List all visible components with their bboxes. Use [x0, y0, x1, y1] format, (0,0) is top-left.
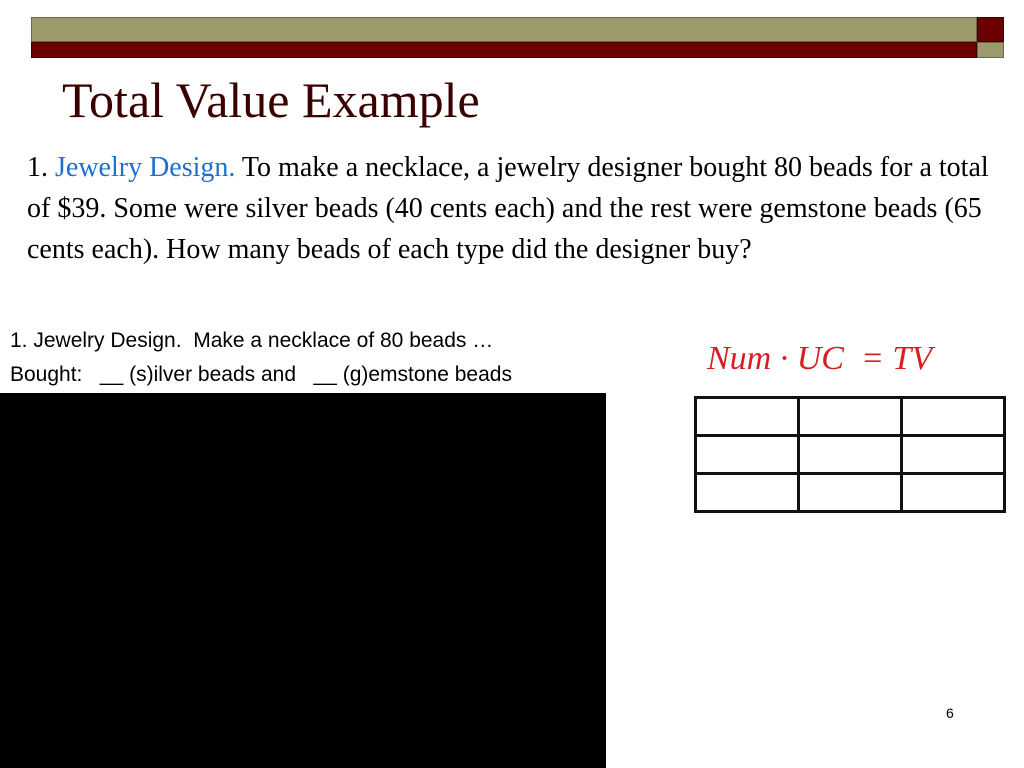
formula-heading: Num · UC = TV — [707, 340, 933, 377]
header-band-red — [31, 42, 977, 58]
blacked-out-region — [0, 393, 606, 768]
summary-line-1: 1. Jewelry Design. Make a necklace of 80… — [10, 329, 494, 352]
table-cell — [900, 472, 1006, 513]
problem-statement: 1. Jewelry Design. To make a necklace, a… — [27, 147, 997, 270]
table-row — [694, 396, 1006, 437]
table-cell — [694, 396, 800, 437]
table-cell — [797, 472, 903, 513]
table-cell — [797, 434, 903, 475]
table-cell — [797, 396, 903, 437]
table-cell — [900, 396, 1006, 437]
problem-number: 1. — [27, 152, 48, 183]
table-row — [694, 472, 1006, 513]
slide-title: Total Value Example — [62, 72, 480, 128]
table-cell — [694, 472, 800, 513]
summary-line-2: Bought: __ (s)ilver beads and __ (g)emst… — [10, 363, 512, 386]
problem-summary: 1. Jewelry Design. Make a necklace of 80… — [10, 324, 512, 392]
table-cell — [694, 434, 800, 475]
table-cell — [900, 434, 1006, 475]
table-row — [694, 434, 1006, 475]
value-table — [694, 396, 1006, 513]
header-square-red — [977, 17, 1004, 42]
header-square-olive — [977, 42, 1004, 58]
page-number: 6 — [946, 705, 954, 721]
problem-name: Jewelry Design. — [55, 152, 236, 183]
header-band-olive — [31, 17, 977, 42]
